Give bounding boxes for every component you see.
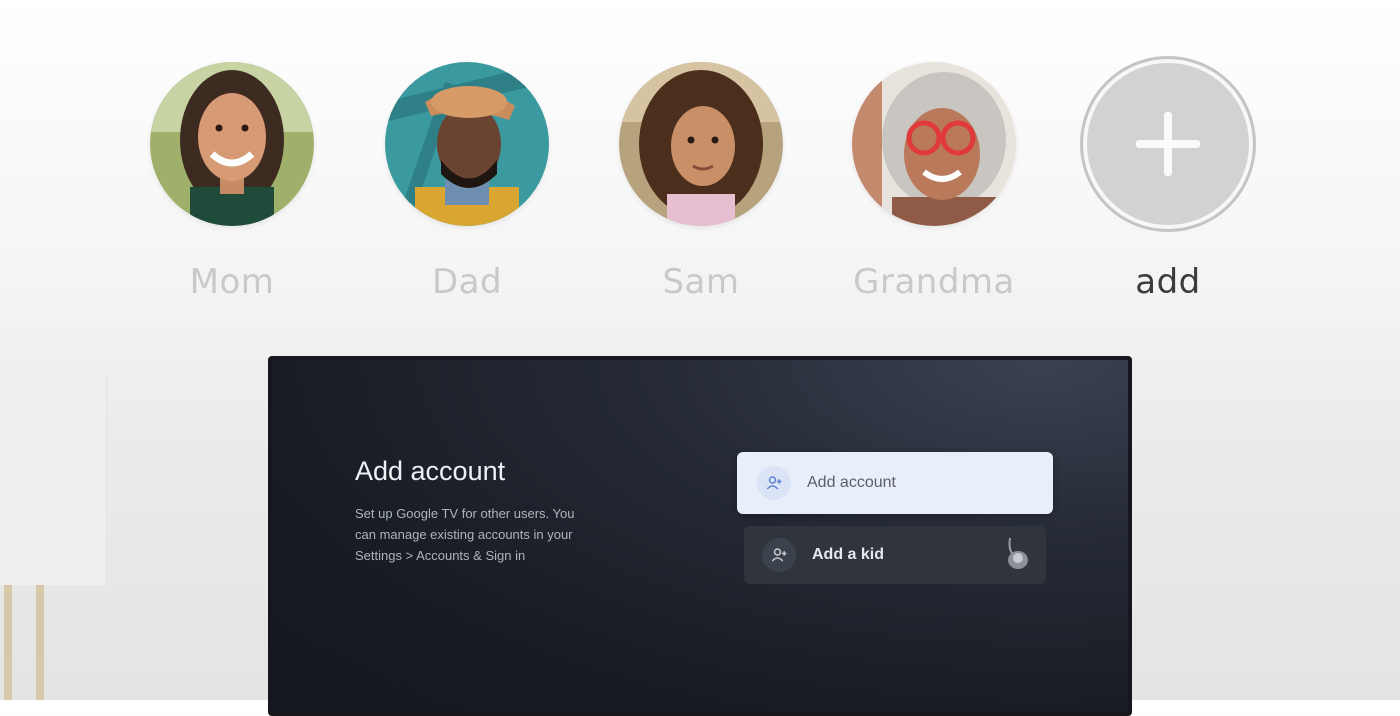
add-account-option[interactable]: Add account <box>737 452 1053 514</box>
profile-mom[interactable]: Mom <box>122 62 342 302</box>
grandma-avatar[interactable] <box>852 62 1016 226</box>
add-kid-option[interactable]: Add a kid <box>744 526 1046 584</box>
sam-avatar[interactable] <box>619 62 783 226</box>
easel-leg-left <box>4 585 12 700</box>
profile-add[interactable]: add <box>1058 56 1278 302</box>
plus-icon <box>1136 112 1200 176</box>
profile-name-sam: Sam <box>662 262 740 302</box>
screen-title: Add account <box>355 456 506 486</box>
add-person-icon <box>757 466 791 500</box>
add-profile-circle <box>1087 63 1249 225</box>
profile-name-dad: Dad <box>431 262 503 302</box>
profile-sam[interactable]: Sam <box>591 62 811 302</box>
mom-avatar[interactable] <box>150 62 314 226</box>
screen-description: Set up Google TV for other users. You ca… <box>355 506 575 563</box>
profile-grandma[interactable]: Grandma <box>824 62 1044 302</box>
profile-dad[interactable]: Dad <box>357 62 577 302</box>
add-account-label: Add account <box>807 474 896 491</box>
tv-screen: Add account Set up Google TV for other u… <box>272 360 1128 712</box>
easel-canvas <box>0 375 107 585</box>
add-profile-button[interactable] <box>1080 56 1256 232</box>
profile-name-mom: Mom <box>189 262 275 302</box>
dad-avatar[interactable] <box>385 62 549 226</box>
add-person-icon <box>762 538 796 572</box>
tv-frame: Add account Set up Google TV for other u… <box>268 356 1132 716</box>
profile-name-grandma: Grandma <box>853 262 1015 302</box>
profile-name-add: add <box>1135 262 1201 302</box>
profile-selector: Mom Dad Sam Grandma add <box>0 0 1400 330</box>
easel-leg-right <box>36 585 44 700</box>
add-kid-label: Add a kid <box>812 546 885 563</box>
sloth-illustration-icon <box>1008 537 1028 569</box>
